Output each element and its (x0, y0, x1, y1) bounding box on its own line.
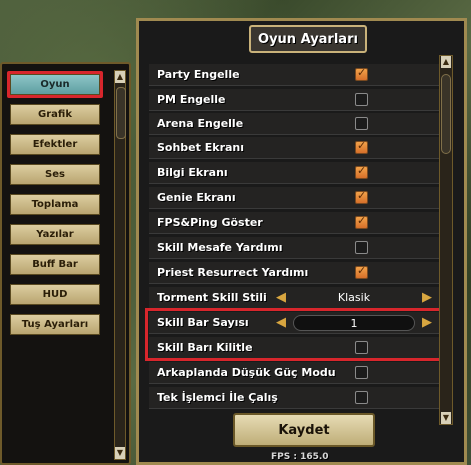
setting-row-priest-resurrect: Priest Resurrect Yardımı (149, 262, 442, 284)
category-toplama[interactable]: Toplama (10, 194, 100, 215)
torment-skill-stepper: ◀ Klasik ▶ (273, 289, 435, 307)
setting-checkbox[interactable] (355, 214, 368, 229)
setting-checkbox[interactable] (355, 117, 368, 130)
category-yazilar[interactable]: Yazılar (10, 224, 100, 245)
setting-label: Arkaplanda Düşük Güç Modu (157, 366, 336, 379)
dialog-title: Oyun Ayarları (249, 25, 367, 53)
setting-row-sohbet-ekrani: Sohbet Ekranı (149, 137, 442, 159)
setting-checkbox[interactable] (355, 139, 368, 154)
left-arrow-icon[interactable]: ◀ (273, 315, 289, 331)
category-label: Ses (45, 169, 65, 180)
setting-label: Skill Mesafe Yardımı (157, 241, 283, 254)
stepper-value: Klasik (337, 291, 371, 304)
setting-label: Sohbet Ekranı (157, 141, 245, 154)
scroll-down-icon[interactable]: ▼ (115, 447, 125, 459)
setting-checkbox[interactable] (355, 391, 368, 404)
setting-checkbox[interactable] (355, 93, 368, 106)
setting-checkbox[interactable] (355, 66, 368, 81)
setting-label: Genie Ekranı (157, 191, 236, 204)
category-label: Toplama (31, 199, 79, 210)
setting-row-fps-ping: FPS&Ping Göster (149, 212, 442, 234)
category-hud[interactable]: HUD (10, 284, 100, 305)
category-label: Yazılar (36, 229, 74, 240)
category-label: HUD (42, 289, 68, 300)
category-label: Buff Bar (32, 259, 78, 270)
setting-label: Skill Barı Kilitle (157, 341, 253, 354)
category-efektler[interactable]: Efektler (10, 134, 100, 155)
setting-row-genie-ekrani: Genie Ekranı (149, 187, 442, 209)
setting-checkbox[interactable] (355, 366, 368, 379)
setting-label: Torment Skill Stili (157, 291, 267, 304)
fps-readout: FPS : 165.0 (271, 452, 329, 462)
setting-label: FPS&Ping Göster (157, 216, 263, 229)
right-arrow-icon[interactable]: ▶ (419, 315, 435, 331)
setting-checkbox[interactable] (355, 241, 368, 254)
setting-checkbox[interactable] (355, 341, 368, 354)
setting-checkbox[interactable] (355, 264, 368, 279)
category-label: Efektler (32, 139, 78, 150)
setting-label: Arena Engelle (157, 117, 244, 130)
highlight-box (7, 71, 103, 98)
scroll-down-icon[interactable]: ▼ (441, 412, 451, 424)
setting-checkbox[interactable] (355, 189, 368, 204)
setting-row-pm-engelle: PM Engelle (149, 89, 442, 111)
game-settings-dialog: Oyun Ayarları Party Engelle PM Engelle A… (136, 18, 467, 465)
setting-row-arena-engelle: Arena Engelle (149, 113, 442, 135)
setting-row-bilgi-ekrani: Bilgi Ekranı (149, 162, 442, 184)
scroll-up-icon[interactable]: ▲ (115, 71, 125, 83)
category-label: Grafik (38, 109, 72, 120)
left-arrow-icon[interactable]: ◀ (273, 290, 289, 306)
category-ses[interactable]: Ses (10, 164, 100, 185)
category-label: Tuş Ayarları (21, 319, 89, 330)
category-grafik[interactable]: Grafik (10, 104, 100, 125)
setting-row-party-engelle: Party Engelle (149, 64, 442, 86)
right-arrow-icon[interactable]: ▶ (419, 290, 435, 306)
setting-checkbox[interactable] (355, 164, 368, 179)
skill-bar-count-stepper: ◀ 1 ▶ (273, 314, 435, 332)
settings-list: Party Engelle PM Engelle Arena Engelle S… (145, 55, 459, 425)
setting-row-dusuk-guc: Arkaplanda Düşük Güç Modu (149, 362, 442, 384)
save-button[interactable]: Kaydet (233, 413, 375, 447)
setting-label: Bilgi Ekranı (157, 166, 228, 179)
stepper-value: 1 (293, 315, 415, 331)
setting-row-torment-skill: Torment Skill Stili ◀ Klasik ▶ (149, 287, 442, 309)
setting-label: Tek İşlemci İle Çalış (157, 391, 278, 404)
settings-category-panel: Oyun Grafik Efektler Ses Toplama Yazılar… (0, 62, 131, 465)
category-scrollbar[interactable]: ▲ ▼ (114, 70, 126, 460)
category-tus-ayarlari[interactable]: Tuş Ayarları (10, 314, 100, 335)
settings-scrollbar[interactable]: ▲ ▼ (439, 55, 453, 425)
scroll-thumb[interactable] (441, 74, 451, 154)
setting-row-skill-bari-kilitle: Skill Barı Kilitle (149, 337, 442, 359)
setting-label: PM Engelle (157, 93, 226, 106)
setting-label: Skill Bar Sayısı (157, 316, 249, 329)
setting-row-tek-islemci: Tek İşlemci İle Çalış (149, 387, 442, 409)
setting-row-skill-bar-sayisi: Skill Bar Sayısı ◀ 1 ▶ (149, 312, 442, 334)
category-oyun[interactable]: Oyun (7, 71, 103, 98)
scroll-up-icon[interactable]: ▲ (441, 56, 451, 68)
scroll-thumb[interactable] (116, 87, 126, 139)
setting-label: Party Engelle (157, 68, 240, 81)
setting-row-skill-mesafe: Skill Mesafe Yardımı (149, 237, 442, 259)
category-buff-bar[interactable]: Buff Bar (10, 254, 100, 275)
setting-label: Priest Resurrect Yardımı (157, 266, 309, 279)
